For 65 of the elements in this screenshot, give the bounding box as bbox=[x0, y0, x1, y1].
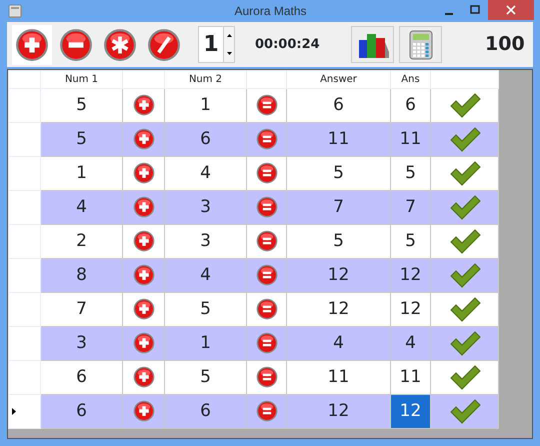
equals-icon bbox=[256, 298, 278, 320]
equals-icon bbox=[256, 366, 278, 388]
table-cell: 6 bbox=[40, 394, 122, 428]
plus-icon bbox=[132, 400, 154, 422]
table-cell[interactable]: 5 bbox=[405, 162, 416, 183]
window-title: Aurora Maths bbox=[233, 3, 308, 20]
table-cell: 5 bbox=[40, 122, 122, 156]
plus-icon bbox=[132, 162, 154, 184]
timer: 00:00:24 bbox=[255, 36, 321, 54]
score: 100 bbox=[485, 32, 525, 58]
app-icon bbox=[8, 4, 22, 18]
close-button[interactable] bbox=[488, 0, 534, 20]
slash-icon bbox=[147, 28, 181, 62]
table-cell: 6 bbox=[164, 122, 246, 156]
plus-icon bbox=[132, 264, 154, 286]
equals-icon bbox=[256, 162, 278, 184]
table-cell: 8 bbox=[40, 258, 122, 292]
chart-button[interactable] bbox=[351, 26, 394, 63]
maximize-icon bbox=[470, 5, 480, 15]
asterisk-icon bbox=[103, 28, 137, 62]
plus-icon bbox=[132, 366, 154, 388]
table-cell: 12 bbox=[286, 258, 390, 292]
table-cell: 1 bbox=[164, 326, 246, 360]
up-arrow-icon bbox=[226, 34, 232, 38]
calculator-button[interactable] bbox=[399, 26, 442, 63]
table-cell: 6 bbox=[164, 394, 246, 428]
equals-icon bbox=[256, 196, 278, 218]
plus-icon bbox=[132, 128, 154, 150]
calculator-icon bbox=[408, 30, 432, 60]
level-spinner[interactable]: 1 bbox=[198, 26, 235, 63]
table-cell[interactable]: 4 bbox=[405, 332, 416, 353]
equals-icon bbox=[256, 264, 278, 286]
spin-up-button[interactable] bbox=[224, 27, 234, 44]
minimize-icon bbox=[445, 13, 453, 15]
table-cell[interactable]: 6 bbox=[405, 94, 416, 115]
equals-icon bbox=[256, 128, 278, 150]
table-cell: 4 bbox=[40, 190, 122, 224]
table-cell: 7 bbox=[286, 190, 390, 224]
plus-icon bbox=[132, 230, 154, 252]
plus-icon bbox=[132, 298, 154, 320]
table-cell[interactable]: 7 bbox=[405, 196, 416, 217]
column-header[interactable]: Num 2 bbox=[164, 70, 246, 88]
equals-icon bbox=[256, 94, 278, 116]
plus-icon bbox=[132, 332, 154, 354]
table-cell: 3 bbox=[164, 190, 246, 224]
table-cell[interactable]: 5 bbox=[405, 230, 416, 251]
equals-icon bbox=[256, 332, 278, 354]
table-cell: 3 bbox=[40, 326, 122, 360]
close-icon bbox=[506, 5, 516, 15]
operation-button[interactable] bbox=[12, 24, 52, 64]
column-header[interactable]: Ans bbox=[390, 70, 430, 88]
plus-icon bbox=[132, 94, 154, 116]
down-arrow-icon bbox=[226, 52, 232, 55]
spin-down-button[interactable] bbox=[224, 44, 234, 62]
plus-icon bbox=[15, 28, 49, 62]
table-cell: 4 bbox=[164, 258, 246, 292]
column-header[interactable]: Answer bbox=[286, 70, 390, 88]
equals-icon bbox=[256, 400, 278, 422]
column-header[interactable]: Num 1 bbox=[40, 70, 122, 88]
table-cell: 12 bbox=[286, 394, 390, 428]
equals-icon bbox=[256, 230, 278, 252]
table-cell: 11 bbox=[286, 122, 390, 156]
table-cell: 4 bbox=[286, 326, 390, 360]
plus-icon bbox=[132, 196, 154, 218]
minus-icon bbox=[59, 28, 93, 62]
